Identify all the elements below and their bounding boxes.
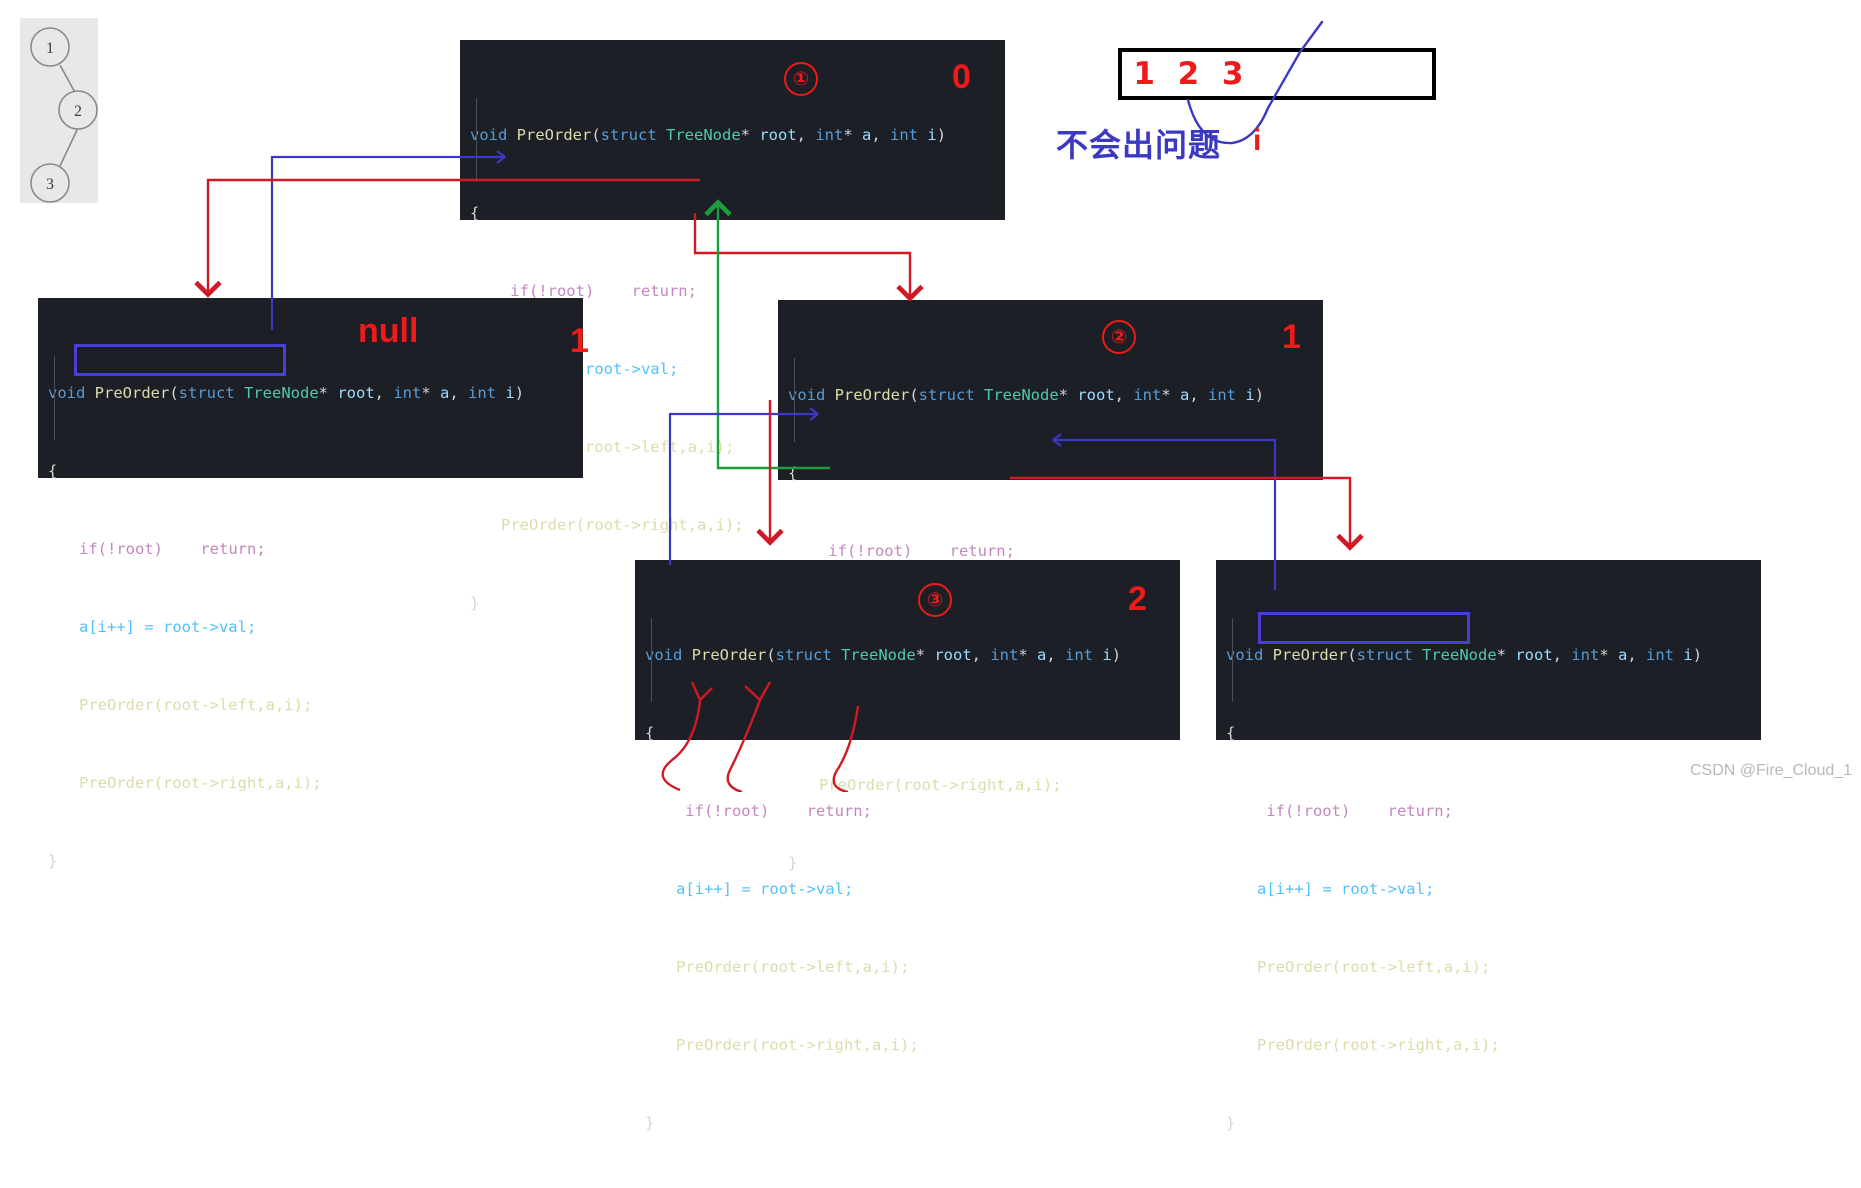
binary-tree-panel: 1 2 3	[20, 18, 98, 203]
code-line-if: if(!root) return;	[685, 802, 872, 820]
code-line-brace-open: {	[470, 204, 480, 222]
code-line-signature: void PreOrder(struct TreeNode* root, int…	[788, 386, 1265, 404]
code-line-brace-open: {	[48, 462, 58, 480]
code-line-brace-close: }	[48, 852, 58, 870]
array-cell-2: 3	[1221, 56, 1244, 92]
code-block-call-null-right: void PreOrder(struct TreeNode* root, int…	[1216, 560, 1761, 1132]
code-line-signature: void PreOrder(struct TreeNode* root, int…	[1226, 646, 1703, 664]
diagram-canvas: 1 2 3 void PreOrder(struct TreeNode* roo…	[0, 0, 1861, 1132]
array-cell-0: 1	[1133, 56, 1155, 92]
code-line-signature: void PreOrder(struct TreeNode* root, int…	[48, 384, 525, 402]
null-annotation: null	[358, 312, 419, 350]
array-index-label-i: i	[1253, 124, 1262, 157]
chinese-note-no-problem: 不会出问题	[1056, 126, 1222, 164]
code-line-if: if(!root) return;	[79, 540, 266, 558]
step-marker-2: ②	[1102, 320, 1136, 354]
code-line-assign: a[i++] = root->val;	[1257, 880, 1435, 898]
i-value-null-left: 1	[570, 322, 589, 360]
code-block-call-1: void PreOrder(struct TreeNode* root, int…	[460, 40, 1005, 612]
code-block-call-2: void PreOrder(struct TreeNode* root, int…	[778, 300, 1323, 872]
code-line-call-right: PreOrder(root->right,a,i);	[1257, 1036, 1500, 1054]
code-line-call-right: PreOrder(root->right,a,i);	[676, 1036, 919, 1054]
tree-node-label-3: 3	[46, 176, 54, 193]
code-line-assign: a[i++] = root->val;	[676, 880, 854, 898]
code-block-call-null-left: void PreOrder(struct TreeNode* root, int…	[38, 298, 583, 870]
code-line-brace-close: }	[788, 854, 798, 872]
code-block-call-3: void PreOrder(struct TreeNode* root, int…	[635, 560, 1180, 1132]
step-marker-3: ③	[918, 583, 952, 617]
code-line-brace-open: {	[1226, 724, 1236, 742]
binary-tree-svg: 1 2 3	[30, 27, 98, 203]
code-line-brace-open: {	[645, 724, 655, 742]
watermark: CSDN @Fire_Cloud_1	[1690, 762, 1853, 779]
tree-node-label-1: 1	[46, 40, 54, 57]
result-array: 1 2 3	[1118, 48, 1436, 100]
code-line-brace-close: }	[645, 1114, 655, 1132]
code-line-signature: void PreOrder(struct TreeNode* root, int…	[470, 126, 947, 144]
code-line-signature: void PreOrder(struct TreeNode* root, int…	[645, 646, 1122, 664]
code-line-call-left: PreOrder(root->left,a,i);	[1257, 958, 1491, 976]
code-line-brace-close: }	[1226, 1114, 1236, 1132]
i-value-3: 2	[1128, 580, 1147, 618]
code-line-call-left: PreOrder(root->left,a,i);	[676, 958, 910, 976]
step-marker-1: ①	[784, 62, 818, 96]
code-line-call-left: PreOrder(root->left,a,i);	[79, 696, 313, 714]
code-line-call-right: PreOrder(root->right,a,i);	[79, 774, 322, 792]
code-line-brace-open: {	[788, 464, 798, 482]
array-cell-1: 2	[1177, 56, 1200, 92]
code-line-assign: a[i++] = root->val;	[79, 618, 257, 636]
i-value-1: 0	[952, 58, 971, 96]
code-line-if: if(!root) return;	[1266, 802, 1453, 820]
tree-node-label-2: 2	[74, 103, 82, 120]
i-value-2: 1	[1282, 318, 1301, 356]
